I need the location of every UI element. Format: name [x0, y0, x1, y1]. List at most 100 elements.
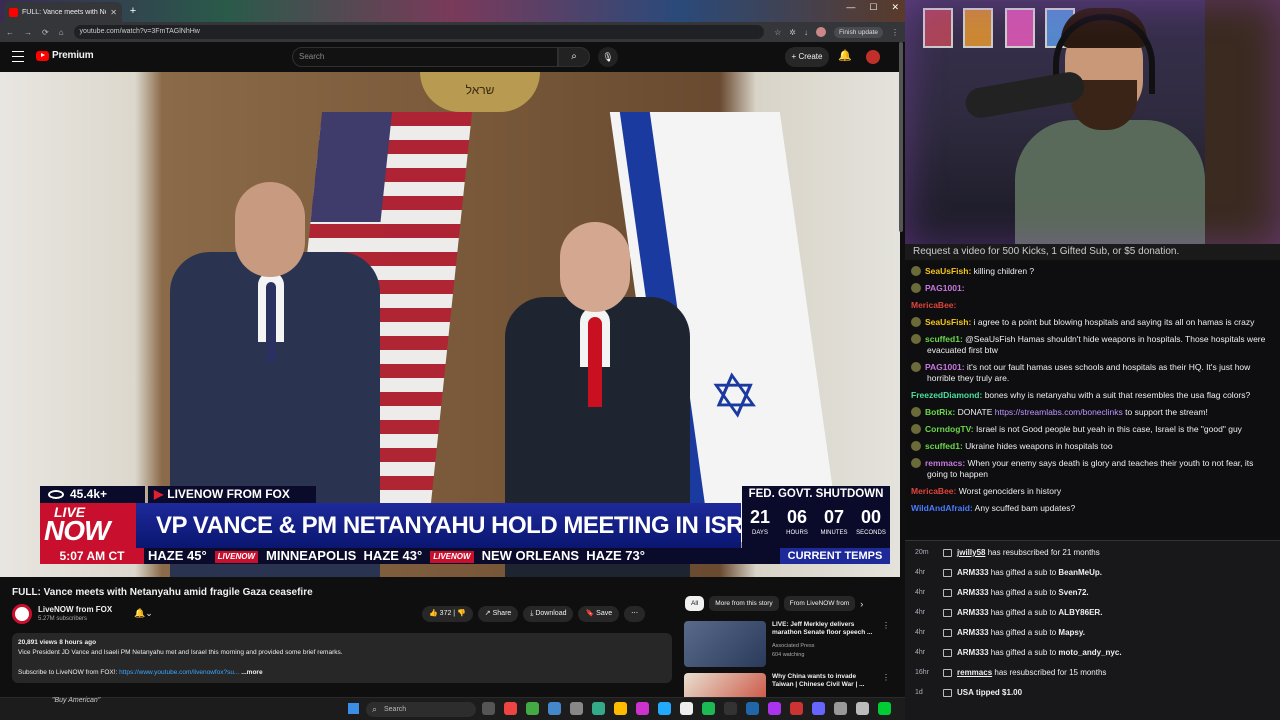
url-field[interactable]: youtube.com/watch?v=3FmTAGlNhHw: [73, 25, 765, 39]
back-icon[interactable]: ←: [6, 28, 14, 37]
chat-username[interactable]: remmacs:: [925, 458, 965, 468]
create-button[interactable]: + Create: [785, 47, 829, 67]
search-icon[interactable]: ⌕: [558, 47, 590, 67]
chat-username[interactable]: scuffed1:: [925, 334, 963, 344]
more-options-icon[interactable]: ⋮: [882, 673, 890, 682]
chrome-icon[interactable]: [526, 702, 539, 715]
microphone-icon[interactable]: 🎙: [598, 47, 618, 67]
maximize-icon[interactable]: ☐: [869, 2, 877, 13]
chip-more-from-story[interactable]: More from this story: [709, 596, 779, 611]
recommended-video[interactable]: LIVE: Jeff Merkley delivers marathon Sen…: [684, 621, 894, 671]
address-bar-row: ← → ⟳ ⌂ youtube.com/watch?v=3FmTAGlNhHw …: [0, 22, 905, 42]
app-icon[interactable]: [746, 702, 759, 715]
event-user[interactable]: remmacs: [957, 668, 992, 677]
event-row: 4hr ARM333 has gifted a sub to moto_andy_…: [915, 648, 1122, 657]
file-explorer-icon[interactable]: [614, 702, 627, 715]
shutdown-label: FED. GOVT. SHUTDOWN: [742, 486, 890, 503]
search-input[interactable]: Search: [292, 47, 558, 67]
puzzle-icon[interactable]: ✲: [789, 28, 796, 37]
spotify-icon[interactable]: [702, 702, 715, 715]
event-user[interactable]: ARM333: [957, 648, 989, 657]
chat-username[interactable]: SeaUsFish:: [925, 266, 971, 276]
app-icon[interactable]: [724, 702, 737, 715]
app-icon[interactable]: [504, 702, 517, 715]
app-icon[interactable]: [790, 702, 803, 715]
app-icon[interactable]: [812, 702, 825, 715]
event-user[interactable]: ARM333: [957, 568, 989, 577]
youtube-play-icon: [36, 50, 49, 61]
more-options-icon[interactable]: ⋮: [882, 621, 890, 630]
share-button[interactable]: ↗ Share: [477, 606, 519, 622]
app-icon[interactable]: [768, 702, 781, 715]
scrollbar[interactable]: [899, 42, 903, 232]
chip-all[interactable]: All: [685, 596, 705, 611]
gift-icon: [943, 689, 952, 697]
chat-text: bones why is netanyahu with a suit that …: [982, 390, 1251, 400]
news-ticker: 45.4k+ ▶ LIVENOW FROM FOX FED. GOVT. SHUT…: [40, 486, 890, 578]
chip-from-channel[interactable]: From LiveNOW from: [783, 596, 856, 611]
chat-username[interactable]: MericaBee:: [911, 486, 956, 496]
chat-username[interactable]: FreezedDiamond:: [911, 390, 982, 400]
account-avatar[interactable]: [866, 50, 880, 64]
notifications-bell-icon[interactable]: 🔔: [838, 49, 852, 62]
chat-username[interactable]: BotRix:: [925, 407, 955, 417]
download-button[interactable]: ⤓ Download: [523, 606, 574, 622]
chat-username[interactable]: PAG1001:: [925, 362, 965, 372]
chat-username[interactable]: MericaBee:: [911, 300, 956, 310]
finish-update-button[interactable]: Finish update: [833, 26, 883, 38]
windows-start-icon[interactable]: [348, 703, 359, 714]
chat-link[interactable]: https://streamlabs.com/boneclinks: [995, 407, 1123, 417]
recommended-video[interactable]: Why China wants to invade Taiwan | Chine…: [684, 673, 894, 697]
taskbar-search[interactable]: Search: [366, 702, 476, 717]
chat-message: CorndogTV: Israel is not Good people but…: [909, 424, 1276, 435]
youtube-logo[interactable]: Premium: [36, 50, 94, 61]
event-user[interactable]: ARM333: [957, 588, 989, 597]
browser-tab-active[interactable]: FULL: Vance meets with Netany ✕: [4, 2, 122, 22]
video-thumbnail: [684, 673, 766, 697]
channel-name[interactable]: LiveNOW from FOX: [38, 605, 112, 614]
subscribe-bell-icon[interactable]: 🔔⌄: [134, 608, 153, 619]
chat-username[interactable]: WildAndAfraid:: [911, 503, 973, 513]
app-icon[interactable]: [658, 702, 671, 715]
minimize-icon[interactable]: —: [846, 2, 855, 13]
event-user[interactable]: ARM333: [957, 628, 989, 637]
app-icon[interactable]: [680, 702, 693, 715]
save-button[interactable]: 🔖 Save: [578, 606, 620, 622]
description-box[interactable]: 20,891 views 8 hours ago Vice President …: [12, 633, 672, 683]
event-target: ALBY86ER.: [1058, 608, 1103, 617]
more-link[interactable]: ...more: [241, 669, 262, 676]
forward-icon[interactable]: →: [24, 28, 32, 37]
chat-username[interactable]: CorndogTV:: [925, 424, 974, 434]
event-user[interactable]: ARM333: [957, 608, 989, 617]
close-tab-icon[interactable]: ✕: [110, 8, 117, 17]
more-actions-icon[interactable]: ⋯: [624, 606, 646, 622]
channel-avatar[interactable]: [12, 604, 32, 624]
subscribe-link[interactable]: https://www.youtube.com/livenowfox?su...: [119, 669, 239, 676]
chevron-right-icon[interactable]: ›: [860, 599, 863, 609]
app-icon[interactable]: [636, 702, 649, 715]
chat-username[interactable]: scuffed1:: [925, 441, 963, 451]
app-icon[interactable]: [592, 702, 605, 715]
app-icon[interactable]: [878, 702, 891, 715]
task-view-icon[interactable]: [482, 702, 495, 715]
app-icon[interactable]: [570, 702, 583, 715]
hamburger-menu-icon[interactable]: [12, 51, 24, 62]
close-window-icon[interactable]: ✕: [891, 2, 899, 13]
chat-username[interactable]: SeaUsFish:: [925, 317, 971, 327]
reload-icon[interactable]: ⟳: [42, 28, 49, 37]
profile-icon[interactable]: [815, 27, 826, 37]
new-tab-icon[interactable]: +: [126, 4, 140, 18]
app-icon[interactable]: [834, 702, 847, 715]
home-icon[interactable]: ⌂: [59, 28, 64, 37]
app-icon[interactable]: [548, 702, 561, 715]
like-button[interactable]: 👍 372 | 👎: [422, 606, 473, 622]
event-user[interactable]: USA tipped: [957, 688, 1002, 697]
badge-icon: [911, 362, 921, 372]
star-icon[interactable]: ☆: [774, 28, 781, 37]
download-icon[interactable]: ↓: [804, 28, 808, 37]
menu-icon[interactable]: ⋮: [891, 28, 899, 37]
event-user[interactable]: jwilly58: [957, 548, 985, 557]
app-icon[interactable]: [856, 702, 869, 715]
badge-icon: [911, 317, 921, 327]
chat-username[interactable]: PAG1001:: [925, 283, 965, 293]
